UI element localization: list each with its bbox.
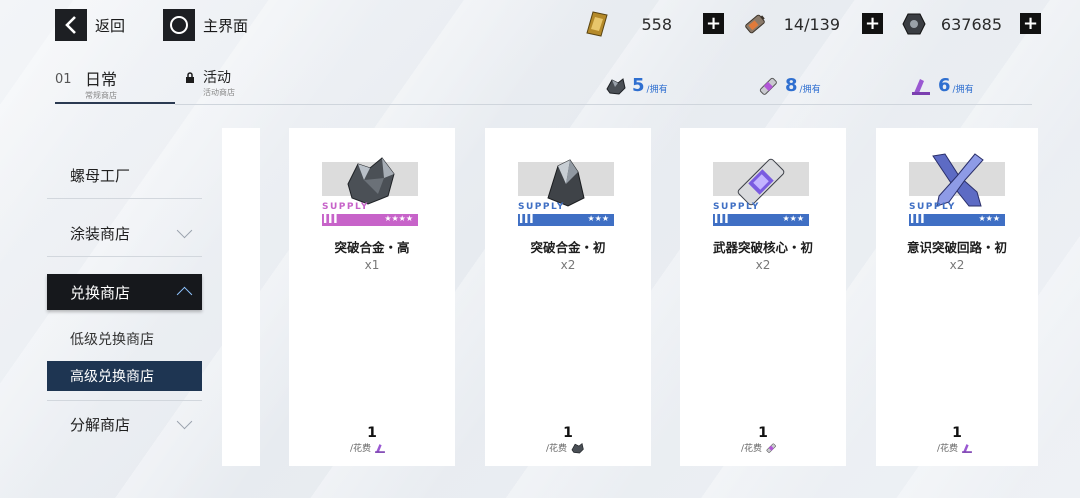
owned-ore: 5 /拥有 (604, 75, 668, 96)
battery-value: 14/139 (783, 14, 840, 34)
tab-daily-sublabel: 常规商店 (85, 91, 117, 100)
cost-label: /花费 (741, 444, 763, 454)
owned-circuit: 6 /拥有 (910, 75, 974, 96)
back-label: 返回 (95, 16, 126, 35)
ore-icon (571, 442, 584, 453)
circuit-icon (375, 443, 385, 453)
sidebar-item-low-exchange[interactable]: 低级兑换商店 (47, 321, 202, 357)
cost-label: /花费 (350, 444, 372, 454)
chevron-up-icon (176, 286, 193, 303)
item-name: 突破合金・初 (530, 240, 606, 255)
sidebar-item-high-exchange[interactable]: 高级兑换商店 (47, 361, 202, 391)
chevron-down-icon (176, 222, 193, 239)
item-quantity: x1 (364, 258, 380, 272)
tab-event-sublabel: 活动商店 (203, 88, 235, 97)
add-battery-button[interactable]: + (862, 13, 883, 34)
core-capsule-icon (759, 77, 777, 95)
owned-core-count: 8 (785, 75, 798, 96)
item-icon-frame: SUPPLY ▍▍▍ ★★★ (909, 153, 1005, 226)
item-price: 1 (952, 425, 962, 441)
tab-daily-number: 01 (55, 72, 72, 87)
item-cost: /花费 (741, 441, 777, 454)
sidebar-divider (47, 400, 202, 401)
owned-core: 8 /拥有 (757, 75, 821, 96)
item-price: 1 (367, 425, 377, 441)
shop-item-card[interactable]: SUPPLY ▍▍▍ ★★★ 武器突破核心・初 x2 1 /花费 (680, 128, 846, 466)
tab-daily-label: 日常 (85, 70, 118, 89)
gold-ticket-icon (586, 11, 608, 37)
lock-icon (186, 72, 194, 83)
item-cost: /花费 (937, 441, 973, 454)
shop-item-card[interactable]: SUPPLY ▍▍▍ ★★★ 突破合金・初 x2 1 /花费 (485, 128, 651, 466)
sidebar-item-exchange-shop[interactable]: 兑换商店 (47, 274, 202, 310)
item-quantity: x2 (560, 258, 576, 272)
item-quantity: x2 (755, 258, 771, 272)
sidebar-item-label: 兑换商店 (70, 283, 131, 302)
sidebar-item-label: 涂装商店 (70, 224, 131, 243)
item-price: 1 (563, 425, 573, 441)
tab-event[interactable]: 活动 活动商店 (185, 67, 235, 98)
rarity-bar: SUPPLY ▍▍▍ ★★★ (909, 202, 1005, 226)
item-price: 1 (758, 425, 768, 441)
core-capsule-icon (766, 443, 776, 453)
owned-ore-count: 5 (632, 75, 645, 96)
sidebar-item-paint-shop[interactable]: 涂装商店 (47, 215, 202, 251)
gold-ticket-value: 558 (641, 14, 672, 34)
item-cost: /花费 (546, 441, 584, 454)
sidebar-item-label: 螺母工厂 (70, 166, 131, 185)
rarity-bar: SUPPLY ▍▍▍ ★★★★ (322, 202, 418, 226)
sidebar-divider (47, 198, 202, 199)
item-icon-frame: SUPPLY ▍▍▍ ★★★ (713, 158, 809, 226)
back-arrow-icon (55, 9, 87, 41)
add-coin-button[interactable]: + (1020, 13, 1041, 34)
item-icon-frame: SUPPLY ▍▍▍ ★★★★ (322, 157, 418, 226)
sidebar-item-dismantle-shop[interactable]: 分解商店 (47, 406, 202, 442)
chevron-down-icon (176, 413, 193, 430)
coin-value: 637685 (940, 14, 1002, 34)
partial-card (222, 128, 260, 466)
header-divider (175, 104, 1032, 105)
tab-daily[interactable]: 日常 常规商店 (85, 66, 117, 101)
circuit-icon (912, 78, 930, 95)
rarity-bar: SUPPLY ▍▍▍ ★★★ (713, 202, 809, 226)
ore-icon (606, 77, 626, 95)
sidebar-item-nut-factory[interactable]: 螺母工厂 (47, 157, 202, 193)
shop-item-card[interactable]: SUPPLY ▍▍▍ ★★★ 意识突破回路・初 x2 1 /花费 (876, 128, 1038, 466)
home-button[interactable]: 主界面 (163, 9, 248, 41)
rarity-bar: SUPPLY ▍▍▍ ★★★ (518, 202, 614, 226)
owned-ore-unit: /拥有 (646, 85, 668, 95)
active-tab-underline (55, 102, 175, 104)
sidebar-item-label: 分解商店 (70, 415, 131, 434)
shop-item-card[interactable]: SUPPLY ▍▍▍ ★★★★ 突破合金・高 x1 1 /花费 (289, 128, 455, 466)
cost-label: /花费 (546, 444, 568, 454)
item-icon-frame: SUPPLY ▍▍▍ ★★★ (518, 159, 614, 226)
cost-label: /花费 (937, 444, 959, 454)
tab-event-label: 活动 (203, 70, 231, 86)
item-name: 武器突破核心・初 (712, 240, 813, 255)
home-circle-icon (163, 9, 195, 41)
sidebar-item-label: 低级兑换商店 (70, 332, 154, 348)
circuit-icon (962, 443, 972, 453)
item-name: 突破合金・高 (334, 240, 410, 255)
add-gold-ticket-button[interactable]: + (703, 13, 724, 34)
owned-circuit-count: 6 (938, 75, 951, 96)
home-label: 主界面 (203, 16, 249, 35)
owned-circuit-unit: /拥有 (952, 85, 974, 95)
coin-nut-icon (902, 13, 926, 35)
item-cost: /花费 (350, 441, 386, 454)
sidebar-divider (47, 256, 202, 257)
item-name: 意识突破回路・初 (906, 240, 1007, 255)
item-quantity: x2 (949, 258, 965, 272)
sidebar-item-label: 高级兑换商店 (70, 369, 154, 385)
owned-core-unit: /拥有 (799, 85, 821, 95)
battery-icon (745, 14, 765, 34)
back-button[interactable]: 返回 (55, 9, 125, 41)
